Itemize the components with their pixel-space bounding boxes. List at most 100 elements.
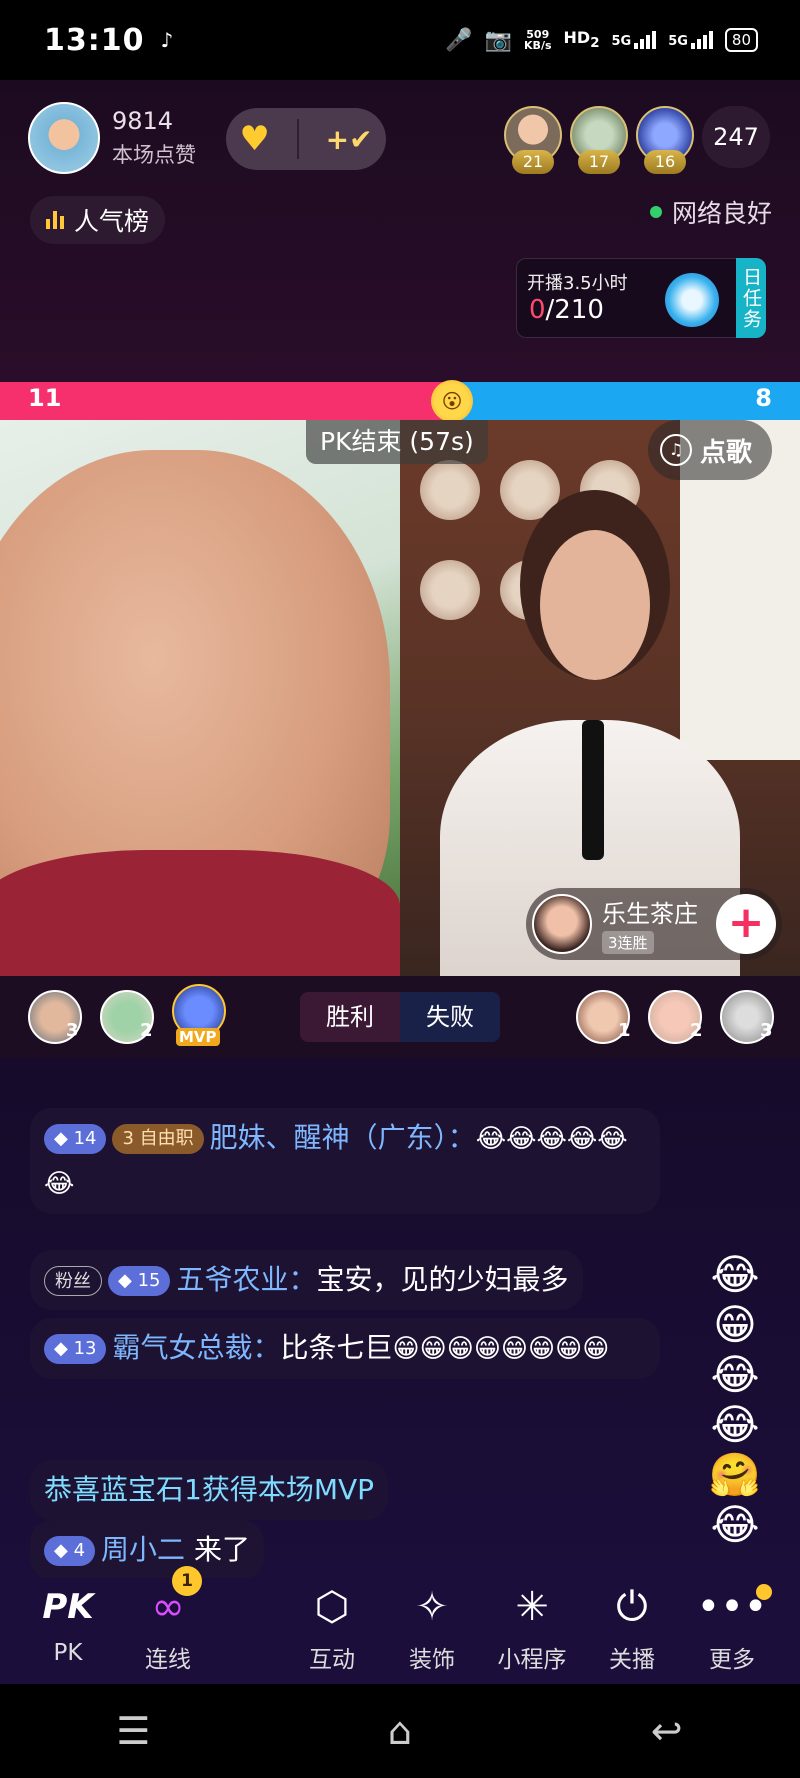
win-tab[interactable]: 胜利 <box>300 992 400 1042</box>
decorate-button[interactable]: ✧ 装饰 <box>384 1578 480 1684</box>
floating-emojis: 😂😁😂😂🤗😂 <box>708 1250 762 1549</box>
more-icon: ••• <box>696 1584 768 1630</box>
mic-icon: 🎤 <box>445 27 473 53</box>
pk-end-badge: PK结束 (57s) <box>306 420 488 464</box>
singer-head-image <box>540 530 650 680</box>
chat-username[interactable]: 霸气女总裁： <box>112 1331 280 1364</box>
chat-username[interactable]: 肥妹、醒神（广东）： <box>210 1121 476 1154</box>
back-icon[interactable]: ↩ <box>627 1709 707 1753</box>
status-time: 13:10 <box>44 22 145 58</box>
task-reward-icon <box>665 273 719 327</box>
decorate-icon: ✧ <box>415 1584 449 1630</box>
network-label: 网络良好 <box>671 199 772 228</box>
menu-icon[interactable]: ☰ <box>93 1709 173 1753</box>
song-request-button[interactable]: ♫ 点歌 <box>648 420 772 480</box>
chat-message[interactable]: ◆ 14 3 自由职 肥妹、醒神（广东）：😂😂😂😂😂😂 <box>30 1108 660 1214</box>
bottom-toolbar: PK PK ∞ 1 连线 ⬡ 互动 ✧ 装饰 ✳ 小程序 ⏻ 关播 ••• 更多 <box>0 1566 800 1684</box>
nav-label: 更多 <box>709 1647 755 1673</box>
chat-message[interactable]: ◆ 13 霸气女总裁：比条七巨😁😁😁😁😁😁😁😁 <box>30 1318 660 1379</box>
chat-emojis: 😁😁😁😁😁😁😁😁 <box>392 1334 610 1364</box>
mvp-badge: MVP <box>176 1028 220 1046</box>
home-icon[interactable]: ⌂ <box>360 1709 440 1753</box>
plus-v-icon[interactable]: +✔ <box>326 123 373 156</box>
viewer-count[interactable]: 247 <box>702 106 770 168</box>
pk-divider-emoji-icon: 😮 <box>431 380 473 422</box>
level-badge: ◆ 15 <box>108 1266 171 1296</box>
camera-icon: 📷 <box>484 27 513 53</box>
song-label: 点歌 <box>700 437 753 468</box>
top-viewers: 21 17 16 247 <box>504 106 770 174</box>
pk-button[interactable]: PK PK <box>20 1578 116 1684</box>
mini-program-icon: ✳ <box>515 1584 549 1630</box>
music-note-icon: ♫ <box>660 434 692 466</box>
chat-message[interactable]: ◆ 4 周小二 来了 <box>30 1520 264 1580</box>
signal-5g-1: 5G <box>611 31 657 49</box>
host-likes: 9814 <box>112 107 174 135</box>
more-button[interactable]: ••• 更多 <box>684 1578 780 1684</box>
end-live-button[interactable]: ⏻ 关播 <box>584 1578 680 1684</box>
link-button[interactable]: ∞ 1 连线 <box>120 1566 216 1684</box>
battery-icon: 80 <box>724 28 758 52</box>
nav-label: PK <box>53 1640 83 1666</box>
interact-button[interactable]: ⬡ 互动 <box>284 1578 380 1684</box>
pk-icon: PK <box>42 1587 94 1627</box>
action-pill: ♥ +✔ <box>226 108 386 170</box>
fans-badge: 粉丝 <box>44 1266 102 1296</box>
nav-label: 小程序 <box>497 1647 567 1673</box>
pk-result-row: 3 2 MVP 胜利 失败 1 2 3 <box>0 976 800 1058</box>
heart-icon[interactable]: ♥ <box>239 119 269 159</box>
shelf-item <box>580 460 640 520</box>
viewer-2[interactable]: 17 <box>570 106 628 174</box>
chat-message[interactable]: 粉丝 ◆ 15 五爷农业：宝安，见的少妇最多 <box>30 1250 583 1310</box>
opponent-card[interactable]: 乐生茶庄 3连胜 + <box>526 888 782 960</box>
level-badge: ◆ 13 <box>44 1334 107 1364</box>
popularity-rank-button[interactable]: 人气榜 <box>30 196 166 244</box>
nav-label: 连线 <box>145 1647 191 1673</box>
chat-username[interactable]: 五爷农业： <box>176 1263 316 1296</box>
microphone-image <box>582 720 604 860</box>
nav-label: 互动 <box>309 1647 355 1673</box>
task-progress: 0/210 <box>529 295 604 325</box>
tiktok-icon: ♪ <box>160 28 174 52</box>
lose-tab[interactable]: 失败 <box>400 992 500 1042</box>
host-card[interactable]: 9814 本场点赞 <box>28 102 196 174</box>
host-likes-label: 本场点赞 <box>112 143 196 167</box>
chat-username[interactable]: 周小二 <box>101 1533 185 1566</box>
net-speed: 509 KB/s <box>524 28 552 52</box>
rank-label: 人气榜 <box>74 207 150 236</box>
nav-label: 装饰 <box>409 1647 455 1673</box>
contributor-rank: 2 <box>140 1020 153 1041</box>
pk-left-score: 11 <box>28 384 62 412</box>
opponent-avatar[interactable] <box>532 894 592 954</box>
host-video[interactable] <box>0 420 400 976</box>
nav-label: 关播 <box>609 1647 655 1673</box>
live-header: 9814 本场点赞 ♥ +✔ 21 17 16 247 人气榜 网络良好 开播3… <box>0 80 800 382</box>
network-dot-icon <box>649 206 662 218</box>
contributor-rank: 2 <box>690 1020 703 1041</box>
host-shirt-image <box>0 850 400 976</box>
chat-area: ◆ 14 3 自由职 肥妹、醒神（广东）：😂😂😂😂😂😂 粉丝 ◆ 15 五爷农业：宝安，… <box>0 1058 800 1580</box>
follow-opponent-button[interactable]: + <box>716 894 776 954</box>
viewer-rank: 21 <box>512 150 554 174</box>
more-dot-badge <box>756 1584 772 1600</box>
job-badge: 3 自由职 <box>112 1124 204 1154</box>
opponent-streak: 3连胜 <box>602 931 654 954</box>
host-avatar[interactable] <box>28 102 100 174</box>
chat-text: 来了 <box>185 1533 250 1566</box>
daily-task-tab[interactable]: 日任务 <box>736 258 766 338</box>
link-badge: 1 <box>172 1566 202 1596</box>
contributor-rank: 1 <box>618 1020 631 1041</box>
daily-task-card[interactable]: 开播3.5小时 0/210 日任务 <box>516 258 766 338</box>
shelf-item <box>420 560 480 620</box>
pill-divider <box>296 119 299 159</box>
level-badge: ◆ 14 <box>44 1124 107 1154</box>
status-bar: 13:10 ♪ 🎤 📷 509 KB/s HD2 5G 5G 80 <box>0 0 800 80</box>
mini-program-button[interactable]: ✳ 小程序 <box>484 1578 580 1684</box>
viewer-1[interactable]: 21 <box>504 106 562 174</box>
signal-5g-2: 5G <box>668 31 713 49</box>
system-nav-bar: ☰ ⌂ ↩ <box>0 1684 800 1778</box>
viewer-3[interactable]: 16 <box>636 106 694 174</box>
interact-icon: ⬡ <box>314 1584 350 1630</box>
chat-text: 比条七巨 <box>280 1331 393 1364</box>
